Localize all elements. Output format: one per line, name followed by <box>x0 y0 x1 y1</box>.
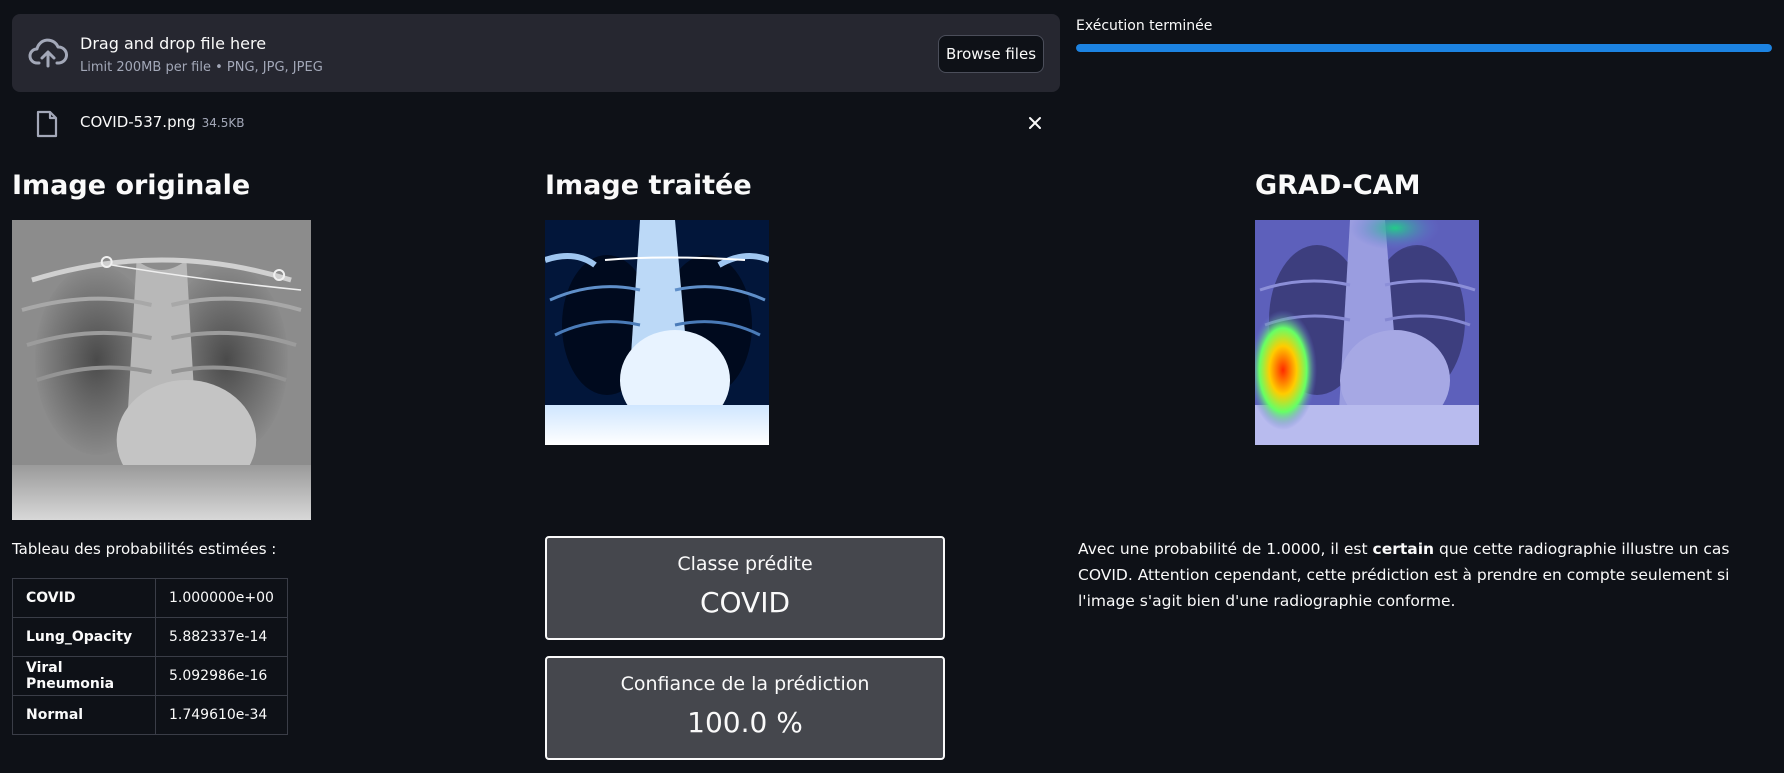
confidence-card: Confiance de la prédiction 100.0 % <box>545 656 945 760</box>
dropzone-title: Drag and drop file here <box>80 34 267 53</box>
file-name: COVID-537.png <box>80 113 196 131</box>
uploaded-file-row: COVID-537.png 34.5KB <box>12 104 1060 144</box>
original-xray-image <box>12 220 311 520</box>
table-row: COVID 1.000000e+00 <box>12 578 288 618</box>
status-text: Exécution terminée <box>1076 18 1213 34</box>
explanation-text-before: Avec une probabilité de 1.0000, il est <box>1078 540 1373 558</box>
probability-cell: 5.092986e-16 <box>155 656 288 696</box>
remove-file-button[interactable] <box>1022 110 1048 136</box>
class-label-cell: Lung_Opacity <box>12 617 156 657</box>
processed-image-title: Image traitée <box>545 170 752 201</box>
gradcam-title: GRAD-CAM <box>1255 170 1421 201</box>
probability-cell: 5.882337e-14 <box>155 617 288 657</box>
table-row: Lung_Opacity 5.882337e-14 <box>12 617 288 657</box>
dropzone-limit-text: Limit 200MB per file • PNG, JPG, JPEG <box>80 60 323 75</box>
table-row: Viral Pneumonia 5.092986e-16 <box>12 656 288 696</box>
class-label-cell: Viral Pneumonia <box>12 656 156 696</box>
table-row: Normal 1.749610e-34 <box>12 695 288 735</box>
processed-xray-image <box>545 220 769 445</box>
probability-table: COVID 1.000000e+00 Lung_Opacity 5.882337… <box>12 578 288 735</box>
progress-bar <box>1076 44 1772 52</box>
confidence-value: 100.0 % <box>687 706 803 739</box>
predicted-class-value: COVID <box>699 586 791 619</box>
cloud-upload-icon <box>28 38 68 68</box>
file-icon <box>36 110 58 138</box>
probability-cell: 1.000000e+00 <box>155 578 288 618</box>
probability-cell: 1.749610e-34 <box>155 695 288 735</box>
explanation-emphasis: certain <box>1372 540 1435 558</box>
original-image-title: Image originale <box>12 170 251 201</box>
probability-table-caption: Tableau des probabilités estimées : <box>12 540 277 558</box>
file-name-container: COVID-537.png 34.5KB <box>80 113 244 131</box>
predicted-class-label: Classe prédite <box>677 553 813 575</box>
prediction-explanation: Avec une probabilité de 1.0000, il est c… <box>1078 536 1772 614</box>
gradcam-heatmap-image <box>1255 220 1479 445</box>
file-uploader-dropzone[interactable]: Drag and drop file here Limit 200MB per … <box>12 14 1060 92</box>
browse-files-button[interactable]: Browse files <box>938 35 1044 73</box>
progress-bar-fill <box>1076 44 1772 52</box>
predicted-class-card: Classe prédite COVID <box>545 536 945 640</box>
file-size: 34.5KB <box>201 116 245 130</box>
class-label-cell: Normal <box>12 695 156 735</box>
class-label-cell: COVID <box>12 578 156 618</box>
confidence-label: Confiance de la prédiction <box>620 673 870 695</box>
close-icon <box>1029 117 1041 129</box>
